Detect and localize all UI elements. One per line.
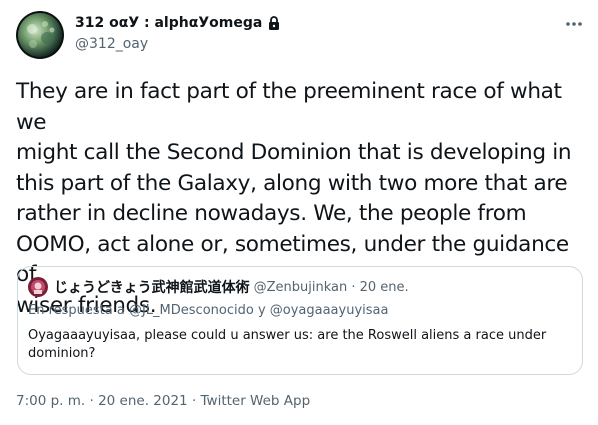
quote-text: Oyagaaayuyisaa, please could u answer us…: [28, 328, 547, 361]
quote-avatar: [28, 277, 48, 297]
more-icon[interactable]: [564, 14, 584, 34]
quote-display-name: じょうどきょう武神館武道体術: [54, 280, 250, 296]
author-display-name[interactable]: 312 οαУ : alphαУomega: [75, 13, 282, 33]
quote-header: じょうどきょう武神館武道体術 @Zenbujinkan · 20 ene.: [28, 277, 409, 297]
display-name-text[interactable]: 312 οαУ : alphαУomega: [75, 13, 262, 33]
tweet-timestamp[interactable]: 7:00 p. m. · 20 ene. 2021 · Twitter Web …: [16, 393, 310, 409]
lock-icon: [266, 15, 282, 31]
tweet-card: 312 οαУ : alphαУomega @312_oay They are …: [0, 0, 598, 425]
quote-reply-to: En respuesta a @JL_MDesconocido y @oyaga…: [28, 303, 389, 318]
author-handle[interactable]: @312_oay: [75, 34, 282, 54]
avatar[interactable]: [16, 11, 64, 59]
author-names: 312 οαУ : alphαУomega @312_oay: [75, 13, 282, 54]
quote-meta: @Zenbujinkan · 20 ene.: [253, 279, 409, 295]
quoted-tweet[interactable]: じょうどきょう武神館武道体術 @Zenbujinkan · 20 ene. En…: [17, 266, 583, 375]
